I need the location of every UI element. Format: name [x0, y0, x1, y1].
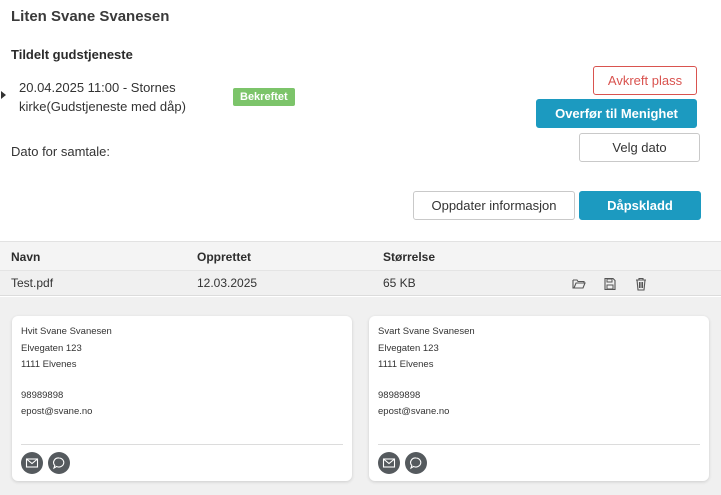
save-icon[interactable] [603, 277, 617, 291]
table-row: Test.pdf 12.03.2025 65 KB [0, 270, 721, 296]
transfer-button[interactable]: Overfør til Menighet [536, 99, 697, 128]
message-button[interactable] [405, 452, 427, 474]
email-button[interactable] [378, 452, 400, 474]
column-header-created: Opprettet [197, 250, 251, 264]
expand-caret-icon[interactable] [1, 91, 6, 99]
page-title: Liten Svane Svanesen [11, 8, 170, 25]
contact-phone: 98989898 [21, 390, 64, 401]
contacts-area: Hvit Svane Svanesen Elvegaten 123 1111 E… [0, 297, 721, 495]
files-table-header: Navn Opprettet Størrelse [0, 241, 721, 270]
contact-street: Elvegaten 123 [21, 343, 82, 354]
chat-bubble-icon [53, 457, 65, 470]
file-size: 65 KB [383, 276, 416, 290]
update-info-button[interactable]: Oppdater informasjon [413, 191, 575, 220]
baptism-draft-button[interactable]: Dåpskladd [579, 191, 701, 220]
conversation-date-label: Dato for samtale: [11, 144, 110, 159]
envelope-icon [382, 458, 396, 468]
service-description: 20.04.2025 11:00 - Stornes kirke(Gudstje… [19, 80, 186, 114]
contact-name: Svart Svane Svanesen [378, 326, 475, 337]
trash-icon[interactable] [634, 277, 648, 291]
contact-card: Hvit Svane Svanesen Elvegaten 123 1111 E… [12, 316, 352, 481]
card-divider [378, 444, 700, 445]
contact-email: epost@svane.no [378, 406, 450, 417]
column-header-size: Størrelse [383, 250, 436, 264]
file-name: Test.pdf [11, 276, 54, 290]
message-button[interactable] [48, 452, 70, 474]
email-button[interactable] [21, 452, 43, 474]
status-badge: Bekreftet [233, 88, 295, 106]
folder-open-icon[interactable] [572, 277, 586, 291]
contact-street: Elvegaten 123 [378, 343, 439, 354]
card-divider [21, 444, 343, 445]
envelope-icon [25, 458, 39, 468]
section-title: Tildelt gudstjeneste [11, 47, 133, 62]
contact-name: Hvit Svane Svanesen [21, 326, 112, 337]
cancel-seat-button[interactable]: Avkreft plass [593, 66, 697, 95]
contact-postal: 1111 Elvenes [378, 359, 434, 370]
contact-phone: 98989898 [378, 390, 421, 401]
chat-bubble-icon [410, 457, 422, 470]
column-header-name: Navn [11, 250, 41, 264]
file-created: 12.03.2025 [197, 276, 258, 290]
contact-email: epost@svane.no [21, 406, 93, 417]
contact-card: Svart Svane Svanesen Elvegaten 123 1111 … [369, 316, 709, 481]
contact-postal: 1111 Elvenes [21, 359, 77, 370]
choose-date-button[interactable]: Velg dato [579, 133, 700, 162]
